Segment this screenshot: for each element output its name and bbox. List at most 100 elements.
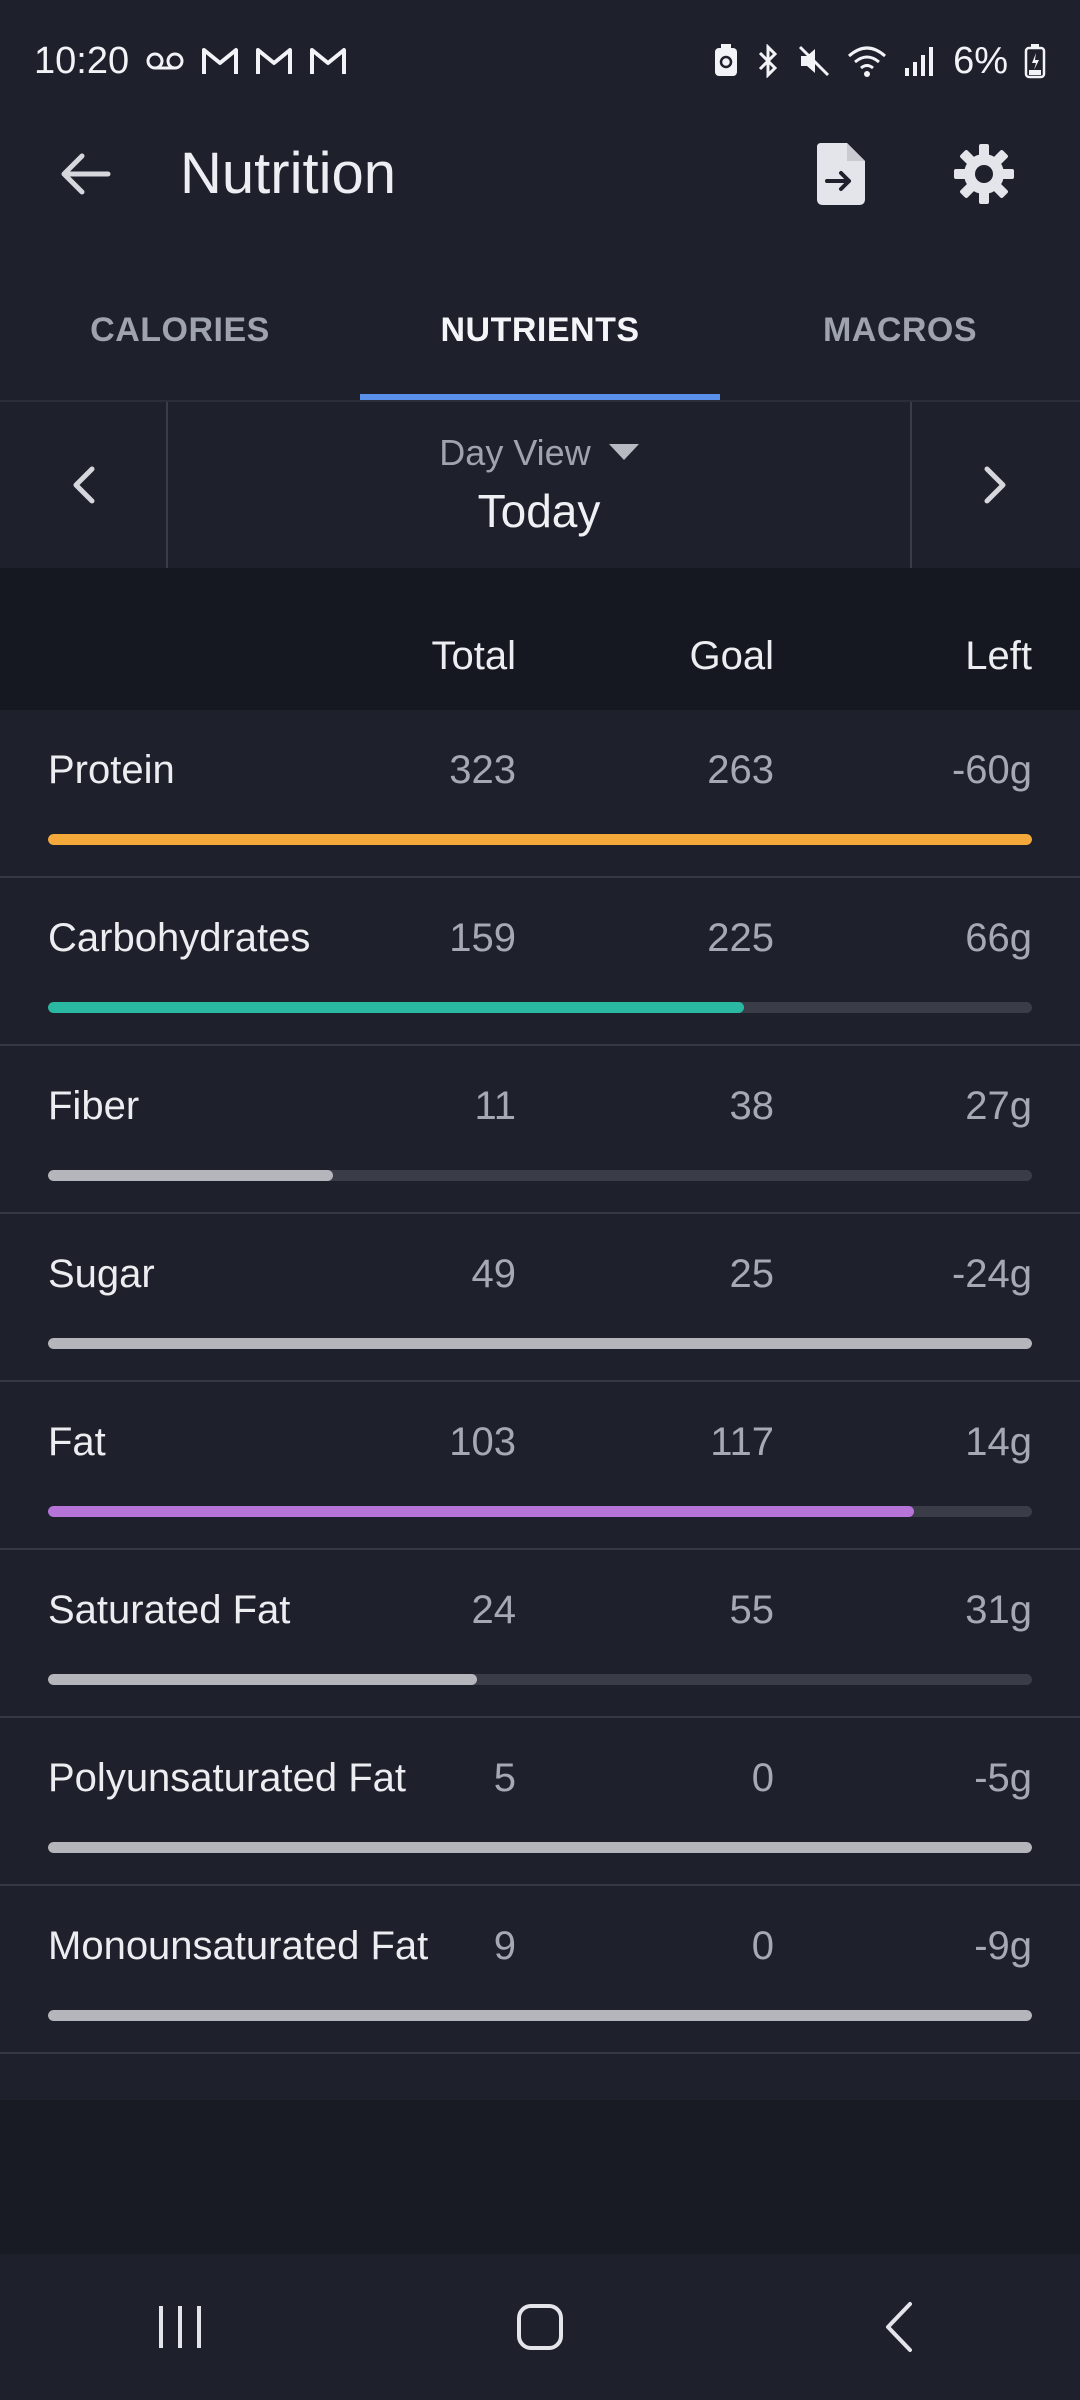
progress-bar [48,1674,1032,1685]
nutrient-row-polyunsaturated-fat[interactable]: Polyunsaturated Fat 5 0 -5g [0,1718,1080,1886]
tab-bar: CALORIES NUTRIENTS MACROS [0,270,1080,400]
back-arrow-button[interactable] [48,142,120,206]
settings-button[interactable] [944,138,1024,210]
dropdown-triangle-icon [608,444,639,460]
nutrient-goal: 55 [729,1588,775,1632]
column-goal: Goal [689,634,775,678]
battery-saver-icon [713,44,739,78]
nutrient-name: Polyunsaturated Fat [48,1756,406,1800]
progress-bar [48,1170,1032,1181]
recents-button[interactable] [120,2277,240,2377]
nutrient-left: 66g [965,916,1032,960]
progress-bar [48,1338,1032,1349]
nutrient-goal: 25 [729,1252,775,1296]
view-label: Day View [439,432,591,473]
home-icon [517,2304,563,2350]
home-button[interactable] [480,2277,600,2377]
nutrient-list: Protein 323 263 -60g Carbohydrates 159 2… [0,710,1080,2054]
nutrient-name: Carbohydrates [48,916,311,960]
nutrient-name: Fat [48,1420,106,1464]
gmail-icon [201,46,239,76]
nutrient-goal: 225 [707,916,774,960]
nutrient-left: -60g [951,748,1032,792]
progress-bar [48,1002,1032,1013]
column-header: Total Goal Left [0,568,1080,710]
mute-icon [797,44,831,78]
recents-icon [159,2306,201,2348]
nutrient-left: 14g [965,1420,1032,1464]
nutrient-total: 24 [471,1588,517,1632]
nutrient-goal: 38 [729,1084,775,1128]
wifi-icon [847,44,887,78]
nutrient-total: 49 [471,1252,517,1296]
nutrient-name: Fiber [48,1084,140,1128]
nutrient-name: Saturated Fat [48,1588,291,1632]
date-navigator: Day View Today [0,400,1080,568]
nutrient-row-sugar[interactable]: Sugar 49 25 -24g [0,1214,1080,1382]
date-selector[interactable]: Day View Today [168,402,910,568]
nutrient-left: -9g [974,1924,1032,1968]
tab-nutrients[interactable]: NUTRIENTS [360,270,720,400]
current-date: Today [477,485,601,537]
next-day-button[interactable] [910,402,1080,568]
nutrient-name: Protein [48,748,175,792]
view-dropdown[interactable]: Day View [439,432,639,474]
nutrient-total: 323 [449,748,516,792]
back-arrow-icon [61,153,111,195]
nutrient-goal: 263 [707,748,774,792]
system-back-button[interactable] [840,2277,960,2377]
column-left: Left [965,634,1032,678]
gmail-icon [255,46,293,76]
progress-fill [48,1842,1032,1853]
progress-fill [48,1506,914,1517]
system-nav-bar [0,2254,1080,2400]
gear-icon [954,144,1014,204]
signal-icon [903,44,937,78]
column-total: Total [431,634,517,678]
bottom-spacer [0,2100,1080,2254]
nutrient-row-fat[interactable]: Fat 103 117 14g [0,1382,1080,1550]
back-icon [886,2302,912,2352]
tab-macros[interactable]: MACROS [720,270,1080,400]
nutrient-total: 9 [493,1924,516,1968]
progress-fill [48,834,1032,845]
progress-fill [48,1674,478,1685]
status-bar-left: 10:20 [34,40,347,83]
nutrient-total: 159 [449,916,516,960]
nutrient-goal: 117 [710,1420,774,1464]
nutrient-total: 11 [474,1084,516,1128]
chevron-left-icon [73,466,95,504]
progress-bar [48,2010,1032,2021]
battery-icon [1024,43,1046,79]
previous-day-button[interactable] [0,402,168,568]
bluetooth-icon [755,44,781,78]
nutrient-row-fiber[interactable]: Fiber 11 38 27g [0,1046,1080,1214]
progress-bar [48,1506,1032,1517]
tab-calories[interactable]: CALORIES [0,270,360,400]
nutrient-goal: 0 [751,1756,774,1800]
nutrient-total: 5 [493,1756,516,1800]
voicemail-icon [145,49,185,73]
page-title: Nutrition [180,141,396,206]
nutrient-row-protein[interactable]: Protein 323 263 -60g [0,710,1080,878]
progress-fill [48,1338,1032,1349]
chevron-right-icon [984,466,1006,504]
status-time: 10:20 [34,39,130,82]
progress-fill [48,1002,744,1013]
export-button[interactable] [800,138,880,210]
nutrient-row-monounsaturated-fat[interactable]: Monounsaturated Fat 9 0 -9g [0,1886,1080,2054]
nutrient-total: 103 [449,1420,516,1464]
nutrient-name: Sugar [48,1252,155,1296]
app-bar: Nutrition [0,122,1080,226]
export-file-icon [817,143,865,205]
nutrient-row-carbohydrates[interactable]: Carbohydrates 159 225 66g [0,878,1080,1046]
nutrient-row-saturated-fat[interactable]: Saturated Fat 24 55 31g [0,1550,1080,1718]
progress-fill [48,2010,1032,2021]
status-bar: 10:20 6% [0,0,1080,122]
gmail-icon [309,46,347,76]
nutrient-left: 31g [965,1588,1032,1632]
progress-bar [48,1842,1032,1853]
nutrient-goal: 0 [751,1924,774,1968]
progress-bar [48,834,1032,845]
nutrient-left: 27g [965,1084,1032,1128]
